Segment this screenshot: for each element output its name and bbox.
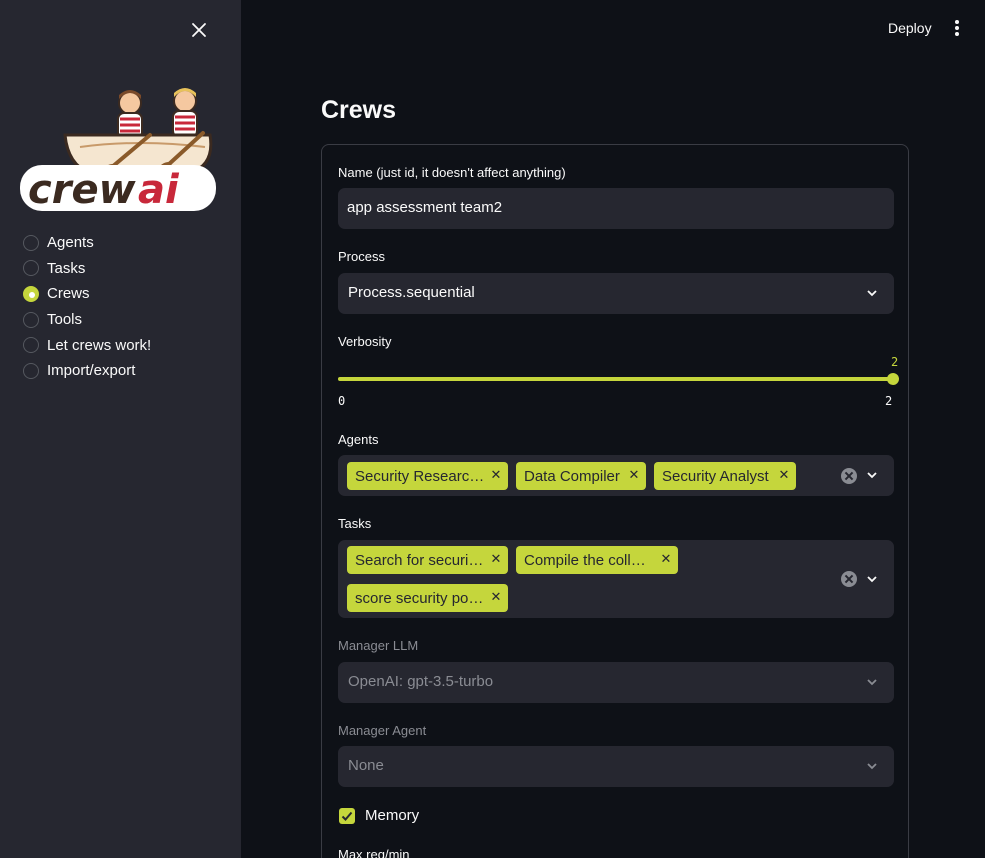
nav-item-label: Crews: [47, 285, 90, 303]
memory-checkbox[interactable]: [339, 808, 355, 824]
name-input-value: app assessment team2: [347, 199, 503, 216]
manager-agent-label: Manager Agent: [338, 723, 427, 738]
agent-tag-label: Data Compiler: [524, 467, 620, 485]
chevron-down-icon: [867, 576, 877, 583]
radio-button[interactable]: [23, 337, 39, 354]
remove-tag-icon[interactable]: ✕: [778, 469, 790, 483]
name-label: Name (just id, it doesn't affect anythin…: [338, 165, 566, 180]
radio-button[interactable]: [23, 362, 39, 379]
max-req-label: Max req/min: [338, 847, 410, 858]
tasks-multiselect[interactable]: Search for securi… ✕ Compile the coll… ✕…: [338, 540, 894, 618]
nav-radio-group: Agents Tasks Crews Tools Let crews work!…: [22, 230, 151, 384]
chevron-down-icon: [867, 290, 877, 297]
crewai-logo: crew ai: [20, 88, 216, 213]
nav-item-label: Let crews work!: [47, 336, 152, 354]
nav-item-tools[interactable]: Tools: [22, 307, 151, 333]
task-tag-label: score security po…: [355, 589, 484, 607]
tasks-label: Tasks: [338, 516, 372, 531]
remove-tag-icon[interactable]: ✕: [490, 553, 502, 567]
verbosity-label: Verbosity: [338, 334, 392, 349]
chevron-down-icon: [867, 472, 877, 479]
agent-tag-label: Security Researc…: [355, 467, 485, 485]
name-input[interactable]: app assessment team2: [338, 188, 894, 229]
nav-item-tasks[interactable]: Tasks: [22, 256, 151, 282]
agents-label: Agents: [338, 432, 379, 447]
task-tag-label: Search for securi…: [355, 551, 484, 569]
nav-item-label: Agents: [47, 234, 94, 252]
slider-max-label: 2: [885, 394, 893, 408]
nav-item-import-export[interactable]: Import/export: [22, 358, 151, 384]
nav-item-label: Import/export: [47, 362, 136, 380]
nav-item-label: Tasks: [47, 259, 86, 277]
process-select[interactable]: Process.sequential: [338, 273, 894, 314]
agents-multiselect[interactable]: Security Researc… ✕ Data Compiler ✕ Secu…: [338, 455, 894, 496]
chevron-down-icon: [867, 679, 877, 686]
agent-tag-label: Security Analyst: [662, 467, 769, 485]
sidebar: crew ai Agents Tasks Crews Tools Let cre…: [0, 0, 241, 858]
manager-agent-select: None: [338, 746, 894, 787]
verbosity-slider-track[interactable]: [338, 377, 894, 381]
manager-agent-select-value: None: [348, 757, 384, 774]
nav-item-let-crews-work[interactable]: Let crews work!: [22, 332, 151, 358]
agent-tag: Data Compiler ✕: [516, 462, 646, 490]
slider-min-label: 0: [338, 394, 346, 408]
page-title: Crews: [321, 96, 397, 124]
task-tag: score security po… ✕: [347, 584, 508, 612]
task-tag-label: Compile the coll…: [524, 551, 646, 569]
nav-item-label: Tools: [47, 311, 83, 329]
nav-item-agents[interactable]: Agents: [22, 230, 151, 256]
chevron-down-icon: [867, 763, 877, 770]
clear-all-icon[interactable]: [841, 468, 857, 484]
nav-item-crews[interactable]: Crews: [22, 281, 151, 307]
manager-llm-select: OpenAI: gpt-3.5-turbo: [338, 662, 894, 703]
radio-button[interactable]: [23, 260, 39, 277]
remove-tag-icon[interactable]: ✕: [660, 553, 672, 567]
verbosity-slider-thumb[interactable]: [887, 373, 899, 385]
remove-tag-icon[interactable]: ✕: [628, 469, 640, 483]
slider-current-value: 2: [891, 355, 899, 369]
checkmark-icon: [341, 811, 353, 821]
agent-tag: Security Researc… ✕: [347, 462, 508, 490]
agent-tag: Security Analyst ✕: [654, 462, 796, 490]
svg-text:ai: ai: [138, 167, 180, 213]
radio-button-selected[interactable]: [23, 285, 39, 302]
kebab-icon[interactable]: [953, 20, 961, 38]
svg-text:crew: crew: [28, 167, 137, 213]
task-tag: Compile the coll… ✕: [516, 546, 678, 574]
process-label: Process: [338, 249, 385, 264]
radio-button[interactable]: [23, 311, 39, 328]
radio-button[interactable]: [23, 234, 39, 251]
remove-tag-icon[interactable]: ✕: [490, 591, 502, 605]
clear-all-icon[interactable]: [841, 571, 857, 587]
deploy-button[interactable]: Deploy: [888, 20, 932, 36]
memory-label: Memory: [365, 807, 420, 824]
manager-llm-select-value: OpenAI: gpt-3.5-turbo: [348, 673, 494, 690]
manager-llm-label: Manager LLM: [338, 638, 419, 653]
process-select-value: Process.sequential: [348, 284, 475, 301]
close-icon[interactable]: [189, 20, 209, 40]
task-tag: Search for securi… ✕: [347, 546, 508, 574]
crew-form: Name (just id, it doesn't affect anythin…: [321, 144, 909, 858]
remove-tag-icon[interactable]: ✕: [490, 469, 502, 483]
